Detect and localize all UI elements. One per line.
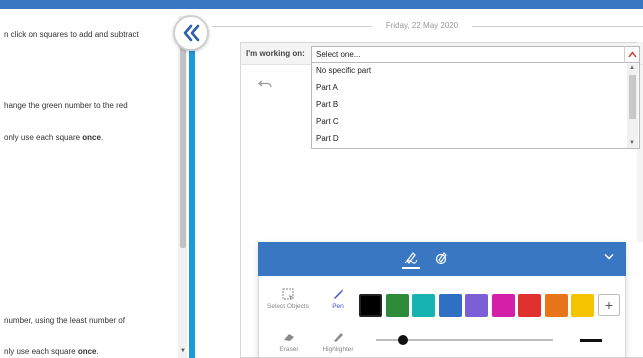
- dropdown-option[interactable]: Part D: [316, 134, 339, 143]
- active-mode-indicator: [402, 267, 420, 269]
- top-accent-bar: [0, 0, 643, 9]
- double-chevron-left-icon: [183, 24, 200, 42]
- color-swatch[interactable]: [571, 294, 594, 317]
- dropdown-option[interactable]: Part A: [316, 83, 338, 92]
- color-swatch[interactable]: [545, 294, 568, 317]
- chevron-down-icon[interactable]: [604, 253, 614, 260]
- dropdown-option[interactable]: No specific part: [316, 66, 371, 75]
- pen-tool-button[interactable]: Pen: [326, 288, 350, 310]
- pane-divider[interactable]: [189, 40, 195, 358]
- select-toggle[interactable]: [624, 46, 640, 63]
- scroll-up-arrow-icon[interactable]: ▲: [629, 65, 635, 71]
- color-swatch[interactable]: [492, 294, 515, 317]
- instruction-line: number, using the least number of: [4, 316, 125, 325]
- color-swatch[interactable]: [439, 294, 462, 317]
- dropdown-option[interactable]: Part C: [316, 117, 339, 126]
- scroll-down-arrow-icon[interactable]: ▼: [180, 348, 186, 354]
- add-color-button[interactable]: +: [598, 294, 620, 316]
- pen-label: Pen: [332, 303, 344, 310]
- color-swatch[interactable]: [465, 294, 488, 317]
- shape-mode-icon[interactable]: [434, 251, 448, 265]
- stroke-size-slider-handle[interactable]: [398, 335, 408, 345]
- date-label: Friday, 22 May 2020: [385, 21, 459, 30]
- stroke-size-preview: [580, 339, 602, 342]
- instruction-line: n click on squares to add and subtract: [4, 30, 139, 39]
- instruction-line: only use each square once.: [4, 133, 104, 142]
- highlighter-icon: [334, 333, 343, 342]
- color-swatch[interactable]: [518, 294, 541, 317]
- select-objects-button[interactable]: Select Objects: [262, 288, 314, 310]
- dropdown-scrollbar-thumb[interactable]: [629, 75, 636, 119]
- date-divider-line: [472, 26, 643, 27]
- eraser-icon: [284, 334, 294, 341]
- working-on-label: I'm working on:: [246, 49, 305, 58]
- pen-icon: [334, 289, 343, 299]
- eraser-label: Eraser: [279, 346, 299, 353]
- collapse-pane-button[interactable]: [173, 15, 209, 51]
- pen-mode-icon[interactable]: [404, 250, 418, 264]
- instructions-pane: n click on squares to add and subtract h…: [0, 9, 178, 358]
- part-select[interactable]: Select one...: [311, 46, 640, 63]
- instruction-line: nly use each square once.: [4, 347, 99, 356]
- color-swatch[interactable]: [412, 294, 435, 317]
- scroll-down-arrow-icon[interactable]: ▼: [629, 140, 635, 146]
- eraser-tool-button[interactable]: Eraser: [272, 331, 306, 353]
- dropdown-option[interactable]: Part B: [316, 100, 338, 109]
- color-swatch[interactable]: [359, 294, 382, 317]
- instruction-line: hange the green number to the red: [4, 101, 128, 110]
- select-objects-icon: [282, 288, 294, 300]
- highlighter-tool-button[interactable]: Highlighter: [318, 331, 358, 353]
- instructions-scrollbar-thumb[interactable]: [180, 38, 186, 248]
- undo-icon[interactable]: [258, 79, 272, 89]
- part-dropdown-list: No specific part Part A Part B Part C Pa…: [311, 63, 640, 149]
- date-divider-line: [212, 26, 372, 27]
- select-objects-label: Select Objects: [267, 303, 309, 310]
- chevron-up-icon: [628, 51, 637, 58]
- color-swatch[interactable]: [386, 294, 409, 317]
- highlighter-label: Highlighter: [322, 346, 354, 353]
